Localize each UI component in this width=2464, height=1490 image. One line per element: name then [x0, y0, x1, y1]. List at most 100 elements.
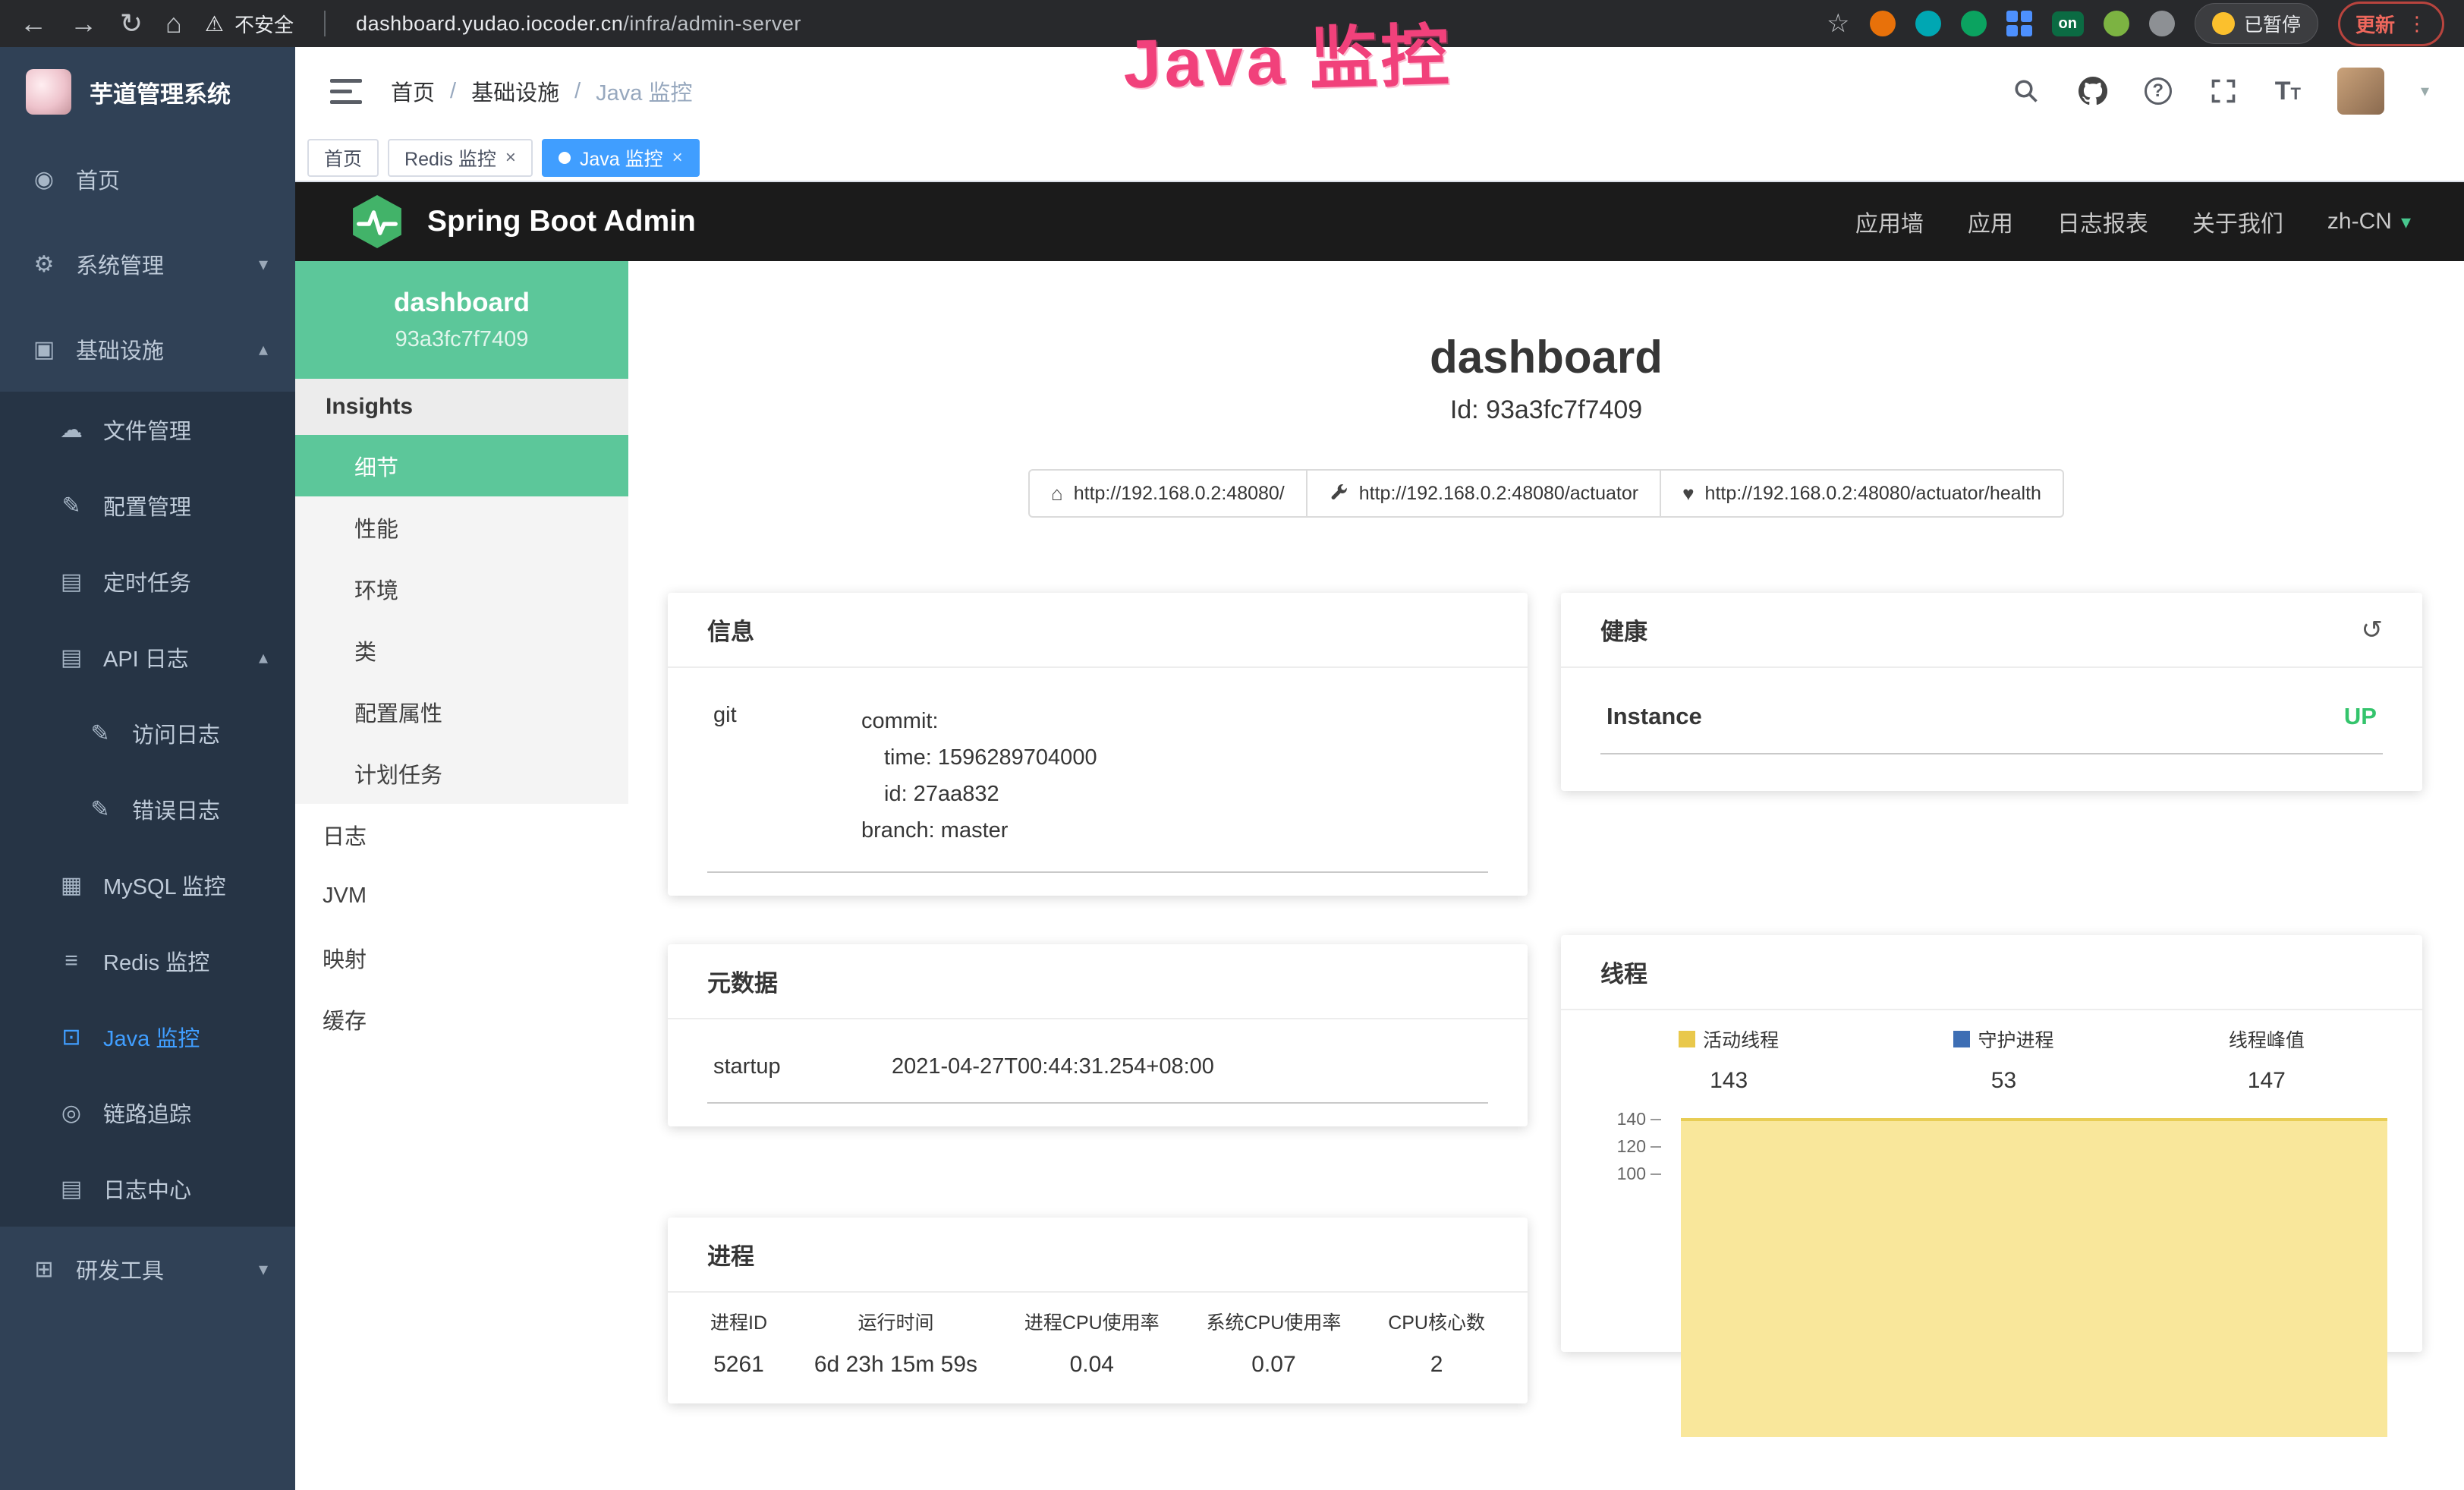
status-badge: UP [2344, 703, 2377, 730]
sba-logo-icon [348, 193, 406, 250]
fullscreen-icon[interactable] [2208, 76, 2239, 106]
sba-main: dashboard Id: 93a3fc7f7409 ⌂ http://192.… [628, 261, 2464, 1490]
metadata-value: 2021-04-27T00:44:31.254+08:00 [892, 1054, 1214, 1079]
page-subtitle: Id: 93a3fc7f7409 [628, 395, 2464, 425]
actuator-url-button[interactable]: http://192.168.0.2:48080/actuator [1308, 469, 1661, 518]
legend-swatch-blue [1953, 1031, 1970, 1047]
sba-nav-applications[interactable]: 应用 [1968, 205, 2013, 238]
browser-home-icon[interactable]: ⌂ [165, 10, 182, 37]
metadata-key: startup [713, 1054, 892, 1079]
threads-chart-area [1681, 1118, 2387, 1437]
wrench-icon [1329, 484, 1348, 503]
close-icon[interactable]: × [505, 147, 516, 169]
browser-forward-icon[interactable]: → [70, 10, 97, 37]
sba-item-metrics[interactable]: 性能 [295, 496, 628, 558]
extension-icon[interactable] [1915, 11, 1941, 36]
browser-extensions-row: ☆ on 已暂停 更新 ⋮ [1827, 2, 2444, 46]
avatar[interactable] [2337, 68, 2384, 115]
extension-on-badge[interactable]: on [2052, 11, 2084, 36]
health-card: 健康 ↺ Instance UP [1561, 593, 2422, 791]
sidebar-item-file-manage[interactable]: ☁ 文件管理 [0, 392, 295, 468]
paused-badge[interactable]: 已暂停 [2195, 3, 2318, 44]
sidebar-item-dev-tools[interactable]: ⊞ 研发工具 ▾ [0, 1227, 295, 1312]
close-icon[interactable]: × [672, 147, 683, 169]
sidebar-item-java-monitor[interactable]: ⊡ Java 监控 [0, 999, 295, 1075]
chevron-down-icon: ▾ [2401, 210, 2411, 234]
github-icon[interactable] [2078, 76, 2108, 106]
instance-header[interactable]: dashboard 93a3fc7f7409 [295, 261, 628, 379]
search-icon[interactable] [2011, 76, 2041, 106]
security-chip[interactable]: ⚠ 不安全 [205, 10, 294, 38]
sidebar-item-system[interactable]: ⚙ 系统管理 ▾ [0, 222, 295, 307]
sba-item-details[interactable]: 细节 [295, 435, 628, 496]
edit-icon: ✎ [83, 796, 117, 823]
breadcrumb-infra[interactable]: 基础设施 [471, 75, 559, 107]
help-icon[interactable]: ? [2145, 77, 2172, 105]
url-divider [324, 11, 326, 36]
info-value: commit: time: 1596289704000 id: 27aa832 … [861, 703, 1097, 849]
sba-item-caches[interactable]: 缓存 [295, 988, 628, 1050]
extension-icon[interactable] [1961, 11, 1987, 36]
heart-icon: ♥ [1682, 482, 1694, 506]
sidebar-item-redis-monitor[interactable]: ≡ Redis 监控 [0, 923, 295, 999]
sidebar-item-scheduled-tasks[interactable]: ▤ 定时任务 [0, 543, 295, 619]
browser-menu-icon[interactable]: ⋮ [2407, 12, 2427, 36]
sba-header: Spring Boot Admin 应用墙 应用 日志报表 关于我们 zh-CN… [295, 182, 2464, 261]
tab-home[interactable]: 首页 [307, 139, 379, 177]
sidebar-item-home[interactable]: ◉ 首页 [0, 137, 295, 222]
sba-brand-label: Spring Boot Admin [427, 205, 696, 238]
instance-name: dashboard [394, 288, 530, 318]
breadcrumb-home[interactable]: 首页 [391, 75, 435, 107]
health-instance-row: Instance UP [1600, 682, 2383, 754]
address-bar[interactable]: dashboard.yudao.iocoder.cn/infra/admin-s… [356, 12, 801, 36]
sba-item-classes[interactable]: 类 [295, 619, 628, 681]
sba-item-scheduled-tasks[interactable]: 计划任务 [295, 742, 628, 804]
sidebar-item-mysql-monitor[interactable]: ▦ MySQL 监控 [0, 847, 295, 923]
extension-icon[interactable] [1870, 11, 1896, 36]
history-icon[interactable]: ↺ [2362, 615, 2384, 645]
url-path: /infra/admin-server [623, 12, 801, 35]
sba-nav-wall[interactable]: 应用墙 [1855, 205, 1924, 238]
sba-item-jvm[interactable]: JVM [295, 865, 628, 927]
health-url: http://192.168.0.2:48080/actuator/health [1705, 483, 2041, 505]
tab-java-monitor[interactable]: Java 监控 × [542, 139, 700, 177]
sidebar-item-config-manage[interactable]: ✎ 配置管理 [0, 468, 295, 543]
sba-nav-about[interactable]: 关于我们 [2192, 205, 2283, 238]
spring-boot-admin: Spring Boot Admin 应用墙 应用 日志报表 关于我们 zh-CN… [295, 182, 2464, 1490]
app-sidebar: 芋道管理系统 ◉ 首页 ⚙ 系统管理 ▾ ▣ 基础设施 ▴ ☁ 文件管理 ✎ 配… [0, 47, 295, 1490]
avatar-caret-icon[interactable]: ▾ [2421, 81, 2429, 101]
update-button[interactable]: 更新 ⋮ [2338, 2, 2444, 46]
extensions-puzzle-icon[interactable] [2149, 11, 2175, 36]
sba-item-logs[interactable]: 日志 [295, 804, 628, 865]
update-label: 更新 [2355, 10, 2395, 38]
browser-back-icon[interactable]: ← [20, 10, 47, 37]
metadata-card: 元数据 startup 2021-04-27T00:44:31.254+08:0… [668, 944, 1528, 1126]
browser-reload-icon[interactable]: ↻ [120, 10, 143, 37]
sba-nav-journal[interactable]: 日志报表 [2057, 205, 2148, 238]
sidebar-item-infra[interactable]: ▣ 基础设施 ▴ [0, 307, 295, 392]
extension-grid-icon[interactable] [2006, 11, 2032, 36]
legend-daemon-threads: 守护进程 53 [1953, 1025, 2053, 1094]
extension-leaf-icon[interactable] [2104, 11, 2129, 36]
collapse-sidebar-icon[interactable] [330, 79, 362, 104]
instance-links: ⌂ http://192.168.0.2:48080/ http://192.1… [628, 469, 2464, 518]
sidebar-item-tracing[interactable]: ◎ 链路追踪 [0, 1075, 295, 1151]
sidebar-item-log-center[interactable]: ▤ 日志中心 [0, 1151, 295, 1227]
sidebar-item-error-logs[interactable]: ✎ 错误日志 [0, 771, 295, 847]
layers-icon: ≡ [55, 948, 88, 974]
health-url-button[interactable]: ♥ http://192.168.0.2:48080/actuator/heal… [1661, 469, 2064, 518]
sidebar-item-label: 首页 [76, 163, 120, 195]
app-logo-row[interactable]: 芋道管理系统 [0, 47, 295, 137]
font-size-icon[interactable]: TT [2275, 77, 2301, 106]
language-selector[interactable]: zh-CN ▾ [2327, 209, 2411, 235]
tab-redis-monitor[interactable]: Redis 监控 × [388, 139, 533, 177]
sba-item-mappings[interactable]: 映射 [295, 927, 628, 988]
sba-brand[interactable]: Spring Boot Admin [348, 193, 696, 250]
service-url-button[interactable]: ⌂ http://192.168.0.2:48080/ [1028, 469, 1308, 518]
sba-item-config-props[interactable]: 配置属性 [295, 681, 628, 742]
sidebar-item-api-logs[interactable]: ▤ API 日志 ▴ [0, 619, 295, 695]
bookmark-star-icon[interactable]: ☆ [1827, 8, 1849, 39]
sba-item-environment[interactable]: 环境 [295, 558, 628, 619]
threads-card: 线程 活动线程 143 [1561, 935, 2422, 1352]
sidebar-item-access-logs[interactable]: ✎ 访问日志 [0, 695, 295, 771]
